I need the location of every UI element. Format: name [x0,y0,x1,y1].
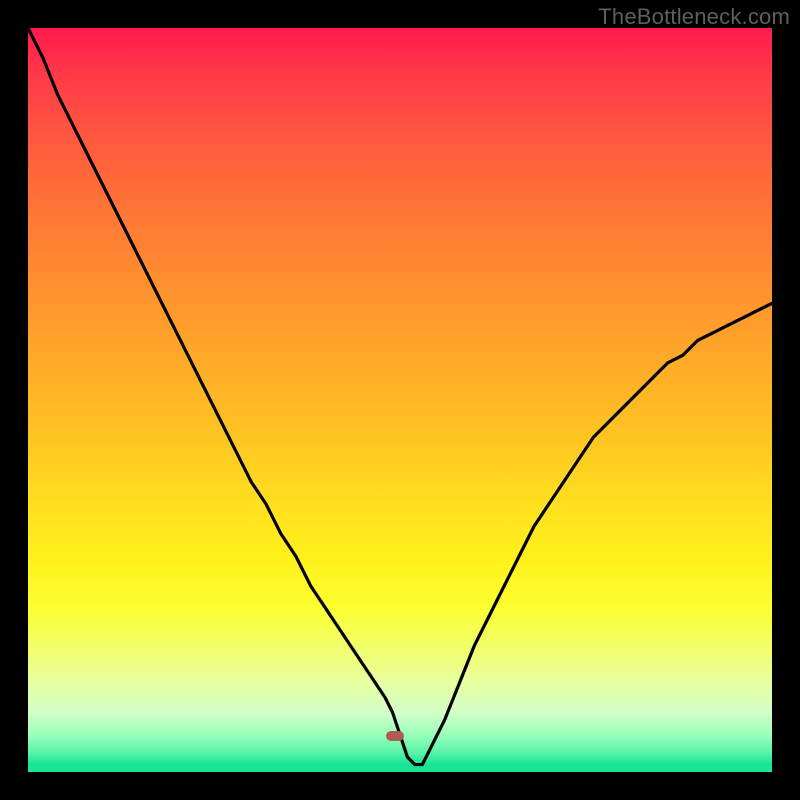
optimal-point-marker [386,731,404,741]
watermark-text: TheBottleneck.com [598,4,790,30]
plot-area [28,28,772,772]
chart-frame: TheBottleneck.com [0,0,800,800]
bottleneck-curve [28,28,772,772]
